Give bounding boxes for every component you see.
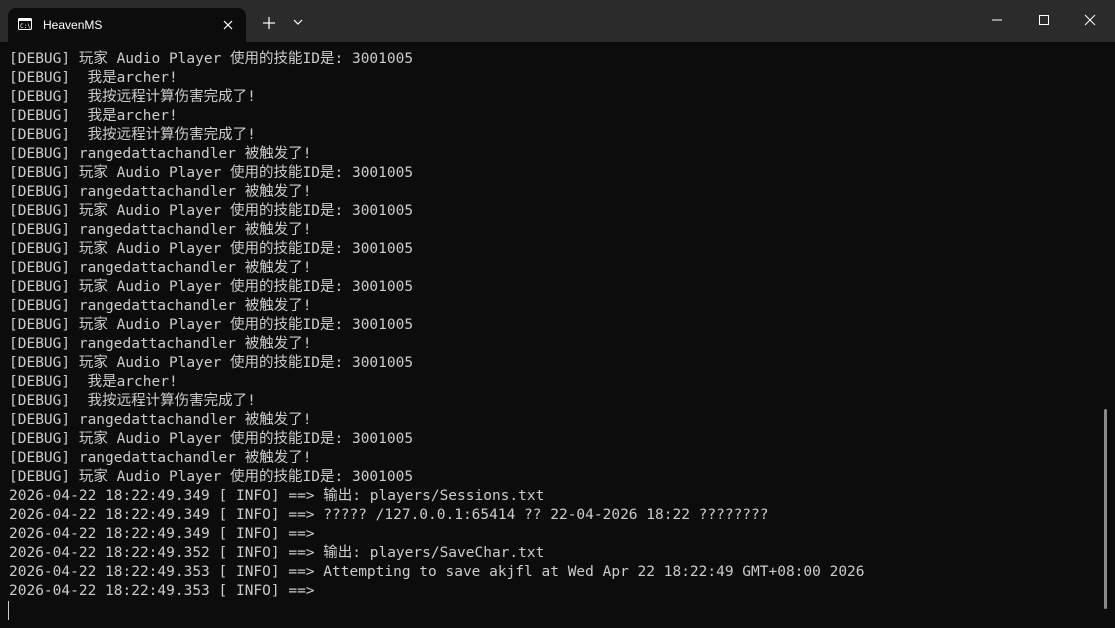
console-line: 2026-04-22 18:22:49.349 [ INFO] ==> ????… bbox=[9, 507, 769, 523]
console-line: [DEBUG] rangedattachandler 被触发了! bbox=[9, 146, 312, 162]
tab-title: HeavenMS bbox=[43, 18, 103, 32]
console-line: [DEBUG] rangedattachandler 被触发了! bbox=[9, 222, 312, 238]
chevron-down-icon[interactable] bbox=[291, 15, 305, 29]
minimize-icon[interactable] bbox=[985, 10, 1009, 30]
console-line: 2026-04-22 18:22:49.353 [ INFO] ==> Atte… bbox=[9, 564, 865, 580]
console-line: [DEBUG] 玩家 Audio Player 使用的技能ID是: 300100… bbox=[9, 165, 414, 181]
title-bar[interactable]: C:\ HeavenMS bbox=[0, 0, 1115, 42]
close-icon[interactable] bbox=[1078, 10, 1102, 30]
terminal-output[interactable]: [DEBUG] 玩家 Audio Player 使用的技能ID是: 300100… bbox=[0, 42, 1101, 628]
console-line: [DEBUG] 我按远程计算伤害完成了! bbox=[9, 393, 256, 409]
console-line: [DEBUG] rangedattachandler 被触发了! bbox=[9, 450, 312, 466]
tab-heavenms[interactable]: C:\ HeavenMS bbox=[8, 8, 246, 42]
console-line: [DEBUG] 玩家 Audio Player 使用的技能ID是: 300100… bbox=[9, 241, 414, 257]
console-line: [DEBUG] rangedattachandler 被触发了! bbox=[9, 184, 312, 200]
console-line: [DEBUG] 我按远程计算伤害完成了! bbox=[9, 127, 256, 143]
scrollbar-thumb[interactable] bbox=[1104, 409, 1107, 609]
text-cursor bbox=[8, 601, 9, 620]
console-line: 2026-04-22 18:22:49.349 [ INFO] ==> bbox=[9, 526, 315, 542]
maximize-icon[interactable] bbox=[1032, 10, 1056, 30]
console-line: 2026-04-22 18:22:49.353 [ INFO] ==> bbox=[9, 583, 315, 599]
console-line: [DEBUG] 玩家 Audio Player 使用的技能ID是: 300100… bbox=[9, 203, 414, 219]
close-icon[interactable] bbox=[220, 17, 236, 33]
console-line: [DEBUG] 我是archer! bbox=[9, 374, 178, 390]
console-line: [DEBUG] rangedattachandler 被触发了! bbox=[9, 336, 312, 352]
console-line: 2026-04-22 18:22:49.349 [ INFO] ==> 输出: … bbox=[9, 488, 545, 504]
console-line: [DEBUG] rangedattachandler 被触发了! bbox=[9, 412, 312, 428]
console-line: [DEBUG] 我按远程计算伤害完成了! bbox=[9, 89, 256, 105]
console-line: 2026-04-22 18:22:49.352 [ INFO] ==> 输出: … bbox=[9, 545, 545, 561]
plus-icon[interactable] bbox=[259, 13, 279, 33]
console-line: [DEBUG] rangedattachandler 被触发了! bbox=[9, 298, 312, 314]
console-line: [DEBUG] 玩家 Audio Player 使用的技能ID是: 300100… bbox=[9, 279, 414, 295]
console-line: [DEBUG] 我是archer! bbox=[9, 70, 178, 86]
terminal-icon: C:\ bbox=[18, 18, 32, 30]
console-line: [DEBUG] 玩家 Audio Player 使用的技能ID是: 300100… bbox=[9, 431, 414, 447]
terminal-window: C:\ HeavenMS [DEBUG] 玩家 Audio Player 使用的… bbox=[0, 0, 1115, 628]
console-line: [DEBUG] 我是archer! bbox=[9, 108, 178, 124]
svg-text:C:\: C:\ bbox=[20, 23, 31, 30]
console-line: [DEBUG] 玩家 Audio Player 使用的技能ID是: 300100… bbox=[9, 469, 414, 485]
console-line: [DEBUG] 玩家 Audio Player 使用的技能ID是: 300100… bbox=[9, 355, 414, 371]
console-line: [DEBUG] 玩家 Audio Player 使用的技能ID是: 300100… bbox=[9, 51, 414, 67]
console-line: [DEBUG] rangedattachandler 被触发了! bbox=[9, 260, 312, 276]
console-line: [DEBUG] 玩家 Audio Player 使用的技能ID是: 300100… bbox=[9, 317, 414, 333]
